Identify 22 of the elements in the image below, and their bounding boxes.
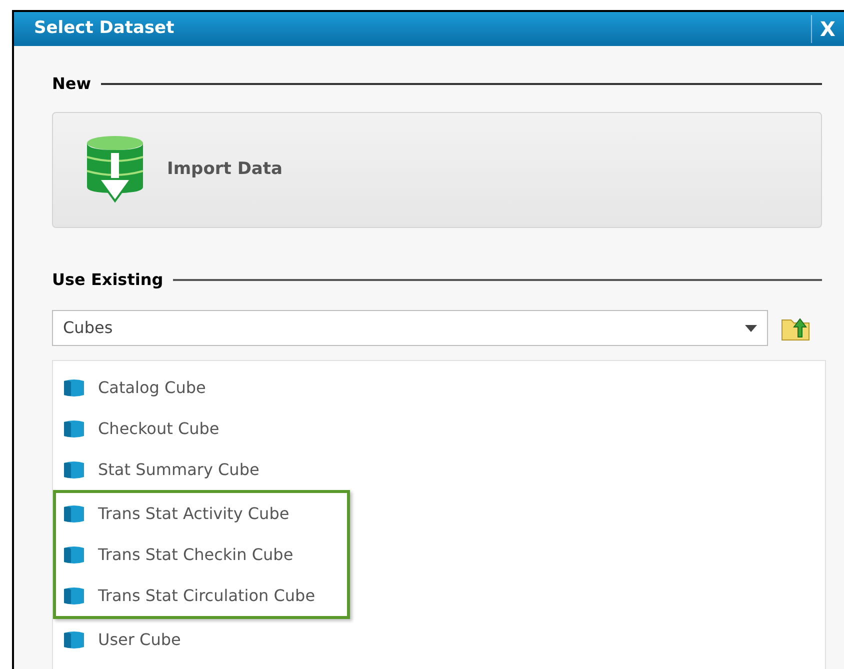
cube-icon [62, 546, 86, 564]
cube-icon [62, 630, 86, 648]
cube-list-item[interactable]: Trans Stat Checkin Cube [98, 542, 294, 566]
cube-list-item[interactable]: Checkout Cube [98, 416, 220, 440]
section-heading: Use Existing [52, 269, 164, 291]
section-heading: New [52, 73, 92, 95]
close-button[interactable]: X [820, 14, 844, 44]
caret-icon [745, 324, 757, 332]
cube-list-item[interactable]: Trans Stat Activity Cube [98, 502, 290, 526]
window-title: Select Dataset [34, 17, 174, 40]
cube-icon [62, 420, 86, 438]
database-download-icon [85, 135, 145, 205]
cube-icon [62, 460, 86, 478]
cube-icon [62, 504, 86, 522]
cube-list-item[interactable]: User Cube [98, 628, 181, 652]
cube-list-item[interactable]: Catalog Cube [98, 376, 206, 400]
cube-icon [62, 586, 86, 604]
import-data-button[interactable]: Import Data [52, 112, 822, 228]
dataset-type-dropdown[interactable]: Cubes [52, 310, 768, 346]
cube-list-item[interactable]: Trans Stat Circulation Cube [98, 584, 316, 608]
cube-icon [62, 378, 86, 396]
cube-list-item[interactable]: Stat Summary Cube [98, 458, 260, 482]
